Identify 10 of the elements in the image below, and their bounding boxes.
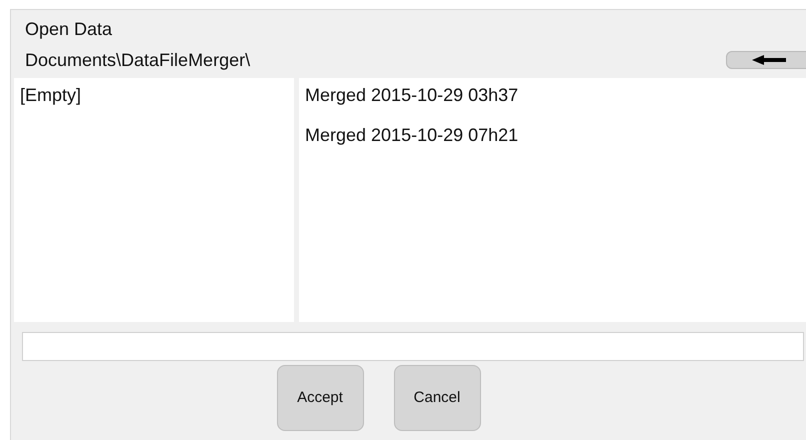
dialog-title: Open Data xyxy=(25,18,114,41)
file-item[interactable]: Merged 2015-10-29 07h21 xyxy=(305,121,806,149)
filename-field[interactable] xyxy=(22,332,804,361)
left-arrow-icon xyxy=(752,55,786,65)
dialog-button[interactable]: Accept xyxy=(276,365,364,431)
folder-path: Documents\DataFileMerger\ xyxy=(25,48,252,72)
file-item[interactable]: Merged 2015-10-29 03h37 xyxy=(305,81,806,109)
back-button[interactable] xyxy=(726,51,806,69)
folder-item[interactable]: [Empty] xyxy=(20,81,294,109)
dialog-button[interactable]: Cancel xyxy=(394,365,480,431)
